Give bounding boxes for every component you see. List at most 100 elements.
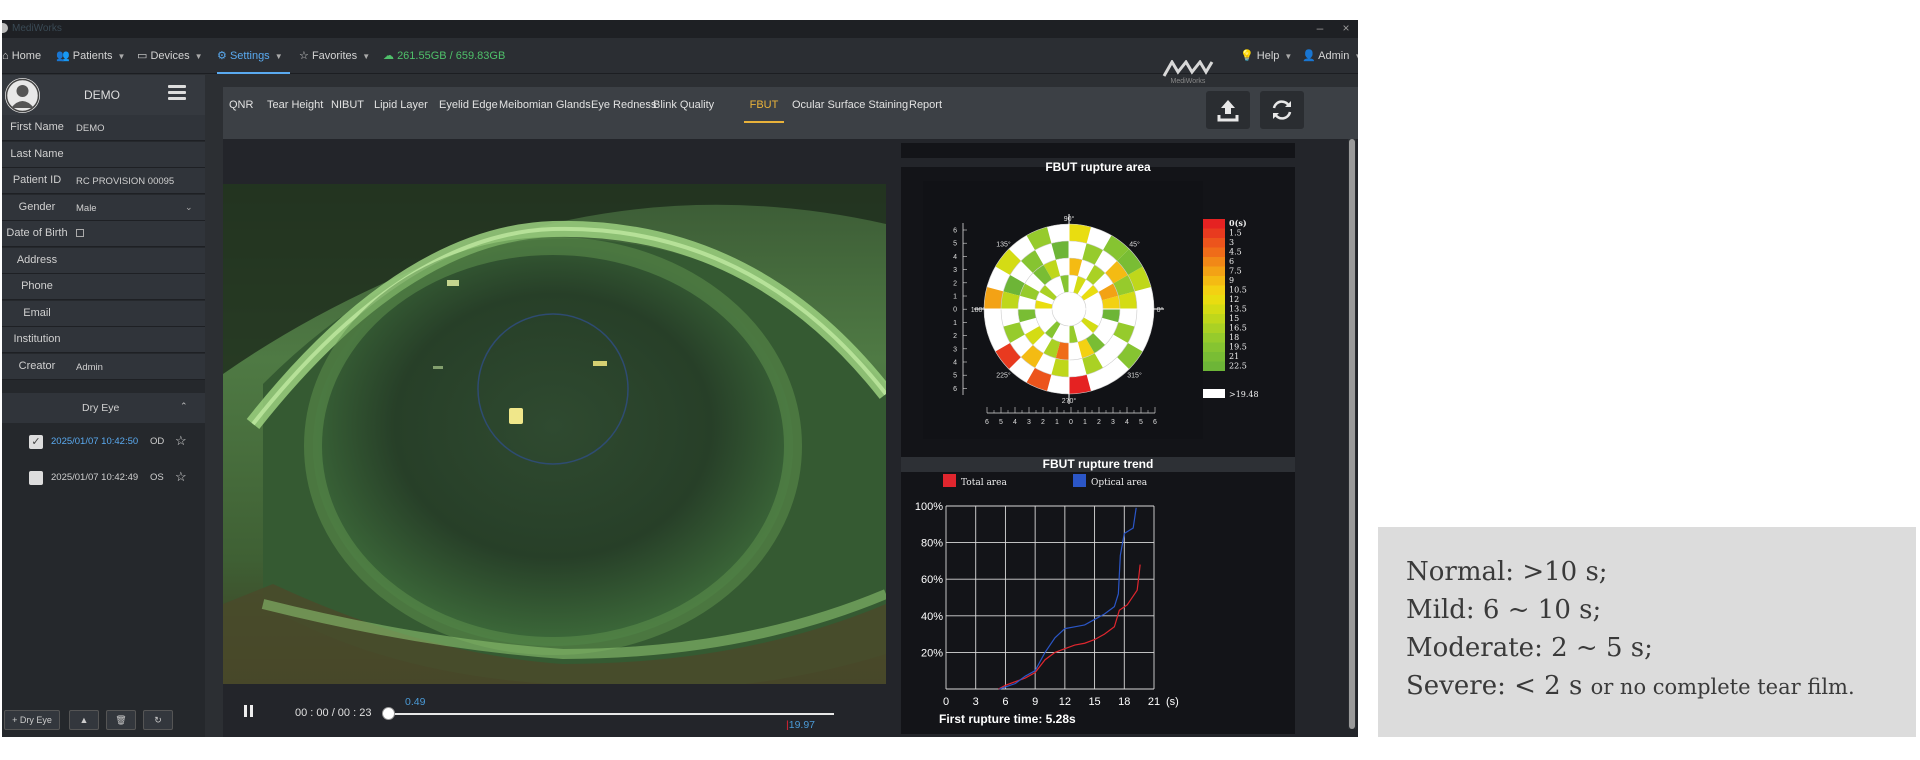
rupture-area-title: FBUT rupture area	[1045, 160, 1151, 174]
user-icon: 👤	[1302, 50, 1316, 62]
exam-checkbox[interactable]	[29, 471, 43, 485]
nav-favorites[interactable]: ☆ Favorites ▼	[299, 38, 370, 74]
tab-nibut[interactable]: NIBUT	[331, 87, 364, 123]
field-label: Address	[16, 253, 58, 266]
patient-field-patient-id[interactable]: Patient ID RC PROVISION 00095	[2, 168, 205, 194]
tab-report[interactable]: Report	[909, 87, 942, 123]
nav-help-label: Help	[1256, 50, 1280, 62]
field-label: Date of Birth	[6, 227, 68, 239]
y-tick-label: 4	[953, 360, 957, 367]
export-button[interactable]	[1206, 91, 1250, 129]
chevron-down-icon: ▼	[1284, 52, 1293, 61]
y-tick-label: 6	[953, 386, 957, 393]
tab-eye-redness[interactable]: Eye Redness	[591, 87, 656, 123]
patient-field-address[interactable]: Address	[2, 247, 205, 274]
tab-fbut[interactable]: FBUT	[744, 87, 784, 123]
patient-field-first-name[interactable]: First Name DEMO	[2, 115, 205, 141]
y-tick-label: 3	[953, 267, 957, 274]
scale-label: 12	[1229, 295, 1239, 304]
vertical-scrollbar[interactable]	[1348, 139, 1356, 729]
y-tick-label: 20%	[921, 647, 943, 659]
hamburger-menu-icon[interactable]	[168, 85, 186, 101]
scale-label: 16.5	[1229, 324, 1247, 333]
chevron-down-icon: ▼	[362, 52, 371, 61]
add-exam-button[interactable]: + Dry Eye	[4, 710, 60, 730]
lightbulb-icon: 💡	[1240, 50, 1254, 62]
y-tick-label: 6	[953, 228, 957, 235]
nav-settings[interactable]: ⚙ Settings ▼	[217, 38, 290, 74]
angle-label: 90°	[1064, 215, 1075, 223]
upload-icon	[1217, 100, 1239, 122]
patient-field-last-name[interactable]: Last Name	[2, 141, 205, 168]
severity-legend: Normal: >10 s; Mild: 6 ~ 10 s; Moderate:…	[1378, 527, 1916, 737]
x-tick-label: 21	[1148, 696, 1160, 708]
reload-button[interactable]	[1260, 91, 1304, 129]
tab-lipid-layer[interactable]: Lipid Layer	[374, 87, 428, 123]
field-label: Email	[23, 306, 51, 319]
y-tick-label: 4	[953, 254, 957, 261]
patient-field-gender[interactable]: Gender Male ⌄	[2, 194, 205, 221]
patient-profile: DEMO	[2, 75, 205, 115]
title-bar: MediWorks – ×	[2, 20, 1358, 38]
nav-admin[interactable]: 👤 Admin ▼	[1302, 38, 1358, 74]
scale-swatch	[1203, 266, 1225, 276]
scale-swatch	[1203, 238, 1225, 248]
move-up-button[interactable]: ▲	[69, 710, 99, 730]
pause-button[interactable]	[243, 705, 259, 719]
scale-swatch	[1203, 257, 1225, 267]
exam-list-item[interactable]: ✓ 2025/01/07 10:42:50 OD ☆	[2, 427, 205, 457]
brand-mark-icon	[1162, 59, 1214, 77]
x-tick-label: 1	[1055, 419, 1059, 426]
end-marker-label: 19.97	[788, 719, 816, 731]
patient-field-creator[interactable]: Creator Admin	[2, 353, 205, 380]
nav-devices[interactable]: ▭ Devices ▼	[137, 38, 203, 74]
nav-favorites-label: Favorites	[311, 50, 358, 62]
start-marker: 0.49	[405, 696, 426, 708]
tab-blink-quality[interactable]: Blink Quality	[653, 87, 714, 123]
minimize-button[interactable]: –	[1312, 21, 1328, 35]
scale-label: 3	[1229, 238, 1234, 247]
seek-track[interactable]	[388, 713, 834, 715]
y-tick-label: 0	[953, 307, 957, 314]
favorite-star-icon[interactable]: ☆	[175, 433, 187, 449]
calendar-icon[interactable]	[76, 229, 84, 237]
brand-text: MediWorks	[1170, 78, 1206, 85]
nav-patients-label: Patients	[72, 50, 113, 62]
pause-icon-bar	[250, 705, 253, 717]
scale-label: 9	[1229, 276, 1234, 285]
patient-field-phone[interactable]: Phone	[2, 274, 205, 300]
chevron-down-icon[interactable]: ⌄	[185, 202, 193, 213]
nav-patients[interactable]: 👥 Patients ▼	[56, 38, 125, 74]
nav-home[interactable]: ⌂ Home	[2, 38, 41, 74]
delete-button[interactable]: 🗑	[106, 710, 136, 730]
exam-list-item[interactable]: 2025/01/07 10:42:49 OS ☆	[2, 463, 205, 493]
y-tick-label: 40%	[921, 611, 943, 623]
exam-date: 2025/01/07 10:42:49	[51, 472, 139, 483]
note-normal: Normal: >10 s;	[1406, 557, 1608, 587]
tab-qnr[interactable]: QNR	[229, 87, 253, 123]
favorite-star-icon[interactable]: ☆	[175, 469, 187, 485]
scrollbar-thumb[interactable]	[1349, 139, 1355, 729]
tab-eyelid-edge[interactable]: Eyelid Edge	[439, 87, 498, 123]
timecode: 00 : 00 / 00 : 23	[295, 707, 372, 719]
scale-label: 22.5	[1229, 362, 1247, 371]
exam-checkbox[interactable]: ✓	[29, 435, 43, 449]
x-tick-label: 5	[999, 419, 1003, 426]
exam-group-header[interactable]: Dry Eye ⌃	[2, 393, 205, 423]
tab-tear-height[interactable]: Tear Height	[267, 87, 323, 123]
y-tick-label: 2	[953, 333, 957, 340]
close-button[interactable]: ×	[1338, 21, 1354, 35]
scale-label: 10.5	[1229, 286, 1247, 295]
tab-meibomian-glands[interactable]: Meibomian Glands	[499, 87, 591, 123]
tab-ocular-surface-staining[interactable]: Ocular Surface Staining	[792, 87, 908, 123]
rupture-trend-panel: Total area Optical area 0 3 6 9 12 15 18 21 20% 40%…	[901, 472, 1295, 734]
patient-field-institution[interactable]: Institution	[2, 327, 205, 353]
refresh-list-button[interactable]: ↻	[143, 710, 173, 730]
exam-eye: OD	[150, 436, 165, 447]
seek-handle[interactable]	[382, 707, 395, 720]
eye-video[interactable]	[223, 184, 886, 684]
nav-help[interactable]: 💡 Help ▼	[1240, 38, 1292, 74]
patient-field-date-of-birth[interactable]: Date of Birth	[2, 221, 205, 247]
x-tick-label: 15	[1088, 696, 1100, 708]
patient-field-email[interactable]: Email	[2, 300, 205, 327]
